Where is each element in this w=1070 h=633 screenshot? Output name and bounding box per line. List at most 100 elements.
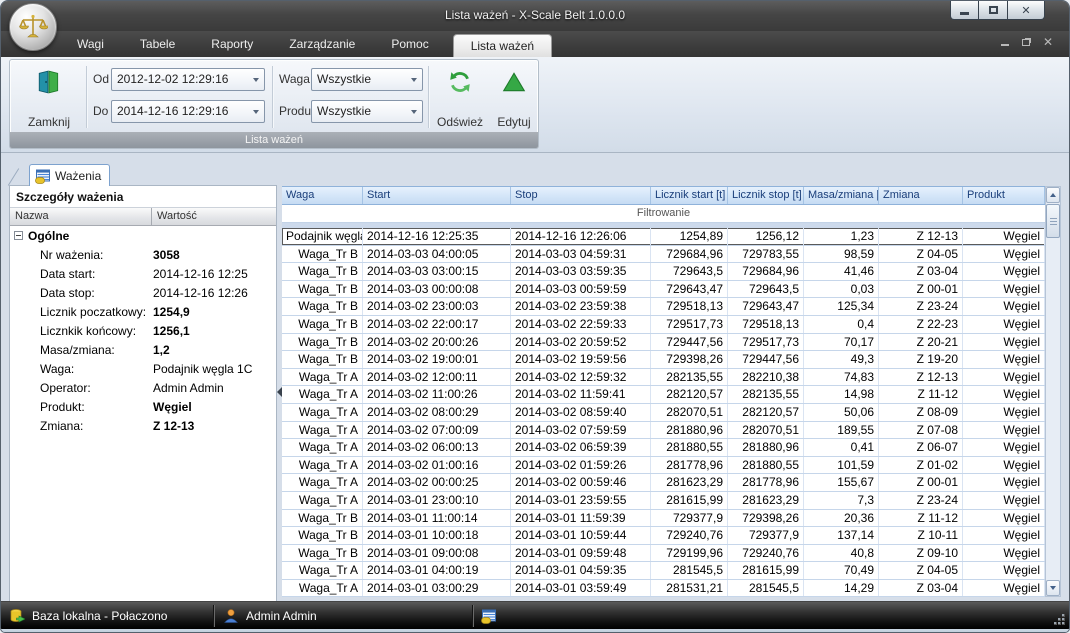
- table-row[interactable]: Waga_Tr B2014-03-03 04:00:052014-03-03 0…: [282, 246, 1045, 264]
- detail-row[interactable]: Licznkik końcowy:1256,1: [10, 321, 276, 340]
- table-cell: 2014-03-02 01:59:26: [511, 457, 651, 474]
- detail-name: Nr ważenia:: [10, 248, 152, 262]
- detail-value: 1256,1: [152, 324, 276, 338]
- table-column-header[interactable]: Zmiana: [879, 187, 963, 204]
- waga-combo[interactable]: Wszystkie: [311, 68, 423, 91]
- table-column-header[interactable]: Licznik start [t]: [651, 187, 728, 204]
- table-column-header[interactable]: Licznik stop [t]: [728, 187, 804, 204]
- table-cell: 729447,56: [651, 334, 728, 351]
- close-button[interactable]: ✕: [1008, 1, 1045, 20]
- menu-zarzadzanie[interactable]: Zarządzanie: [271, 31, 373, 57]
- scrollbar-thumb[interactable]: [1046, 204, 1060, 238]
- table-row[interactable]: Waga_Tr A2014-03-02 07:00:092014-03-02 0…: [282, 422, 1045, 440]
- detail-row[interactable]: Licznik poczatkowy:1254,9: [10, 302, 276, 321]
- table-cell: 281615,99: [728, 562, 804, 579]
- column-header-nazwa[interactable]: Nazwa: [10, 208, 152, 225]
- column-header-wartosc[interactable]: Wartość: [152, 208, 276, 225]
- detail-row[interactable]: Masa/zmiana:1,2: [10, 340, 276, 359]
- tab-lista-wazen[interactable]: Lista ważeń: [453, 34, 552, 57]
- table-cell: 729643,5: [728, 281, 804, 298]
- detail-name: Licznkik końcowy:: [10, 324, 152, 338]
- mdi-close-icon[interactable]: ✕: [1043, 37, 1053, 47]
- table-cell: Węgiel: [963, 334, 1045, 351]
- menu-pomoc[interactable]: Pomoc: [373, 31, 446, 57]
- status-separator: [473, 605, 474, 627]
- table-row[interactable]: Waga_Tr A2014-03-02 11:00:262014-03-02 1…: [282, 386, 1045, 404]
- table-row[interactable]: Waga_Tr B2014-03-02 22:00:172014-03-02 2…: [282, 316, 1045, 334]
- app-menu-button[interactable]: [9, 3, 57, 51]
- detail-row[interactable]: Waga:Podajnik węgla 1C: [10, 359, 276, 378]
- title-bar[interactable]: Lista ważeń - X-Scale Belt 1.0.0.0 ✕: [1, 1, 1069, 31]
- table-row[interactable]: Waga_Tr B2014-03-03 03:00:152014-03-03 0…: [282, 263, 1045, 281]
- table-cell: Węgiel: [963, 562, 1045, 579]
- table-cell: 281778,96: [651, 457, 728, 474]
- table-row[interactable]: Waga_Tr A2014-03-01 04:00:192014-03-01 0…: [282, 562, 1045, 580]
- table-row[interactable]: Waga_Tr A2014-03-02 00:00:252014-03-02 0…: [282, 474, 1045, 492]
- table-column-header[interactable]: Masa/zmiana [t]: [804, 187, 879, 204]
- menu-raporty[interactable]: Raporty: [193, 31, 271, 57]
- detail-row[interactable]: Nr ważenia:3058: [10, 245, 276, 264]
- mdi-minimize-icon[interactable]: [1001, 44, 1009, 46]
- detail-value: Węgiel: [152, 400, 276, 414]
- vertical-scrollbar[interactable]: [1045, 186, 1061, 597]
- filter-row[interactable]: Filtrowanie: [282, 205, 1045, 223]
- table-row[interactable]: Waga_Tr B2014-03-01 11:00:142014-03-01 1…: [282, 510, 1045, 528]
- zamknij-button[interactable]: Zamknij: [18, 63, 80, 133]
- menu-tabele[interactable]: Tabele: [122, 31, 193, 57]
- od-date-combo[interactable]: 2012-12-02 12:29:16: [111, 68, 265, 91]
- table-cell: 189,55: [804, 422, 879, 439]
- resize-grip[interactable]: [1053, 613, 1065, 625]
- tab-strip-decoration: [8, 168, 19, 185]
- do-date-combo[interactable]: 2014-12-16 12:29:16: [111, 100, 265, 123]
- odswiez-button[interactable]: Odśwież: [431, 63, 489, 133]
- details-group-row[interactable]: Ogólne: [10, 226, 276, 245]
- scroll-up-button[interactable]: [1046, 187, 1060, 203]
- table-cell: Waga_Tr A: [282, 386, 363, 403]
- table-column-header[interactable]: Start: [363, 187, 511, 204]
- table-cell: 729518,13: [728, 316, 804, 333]
- table-row[interactable]: Waga_Tr B2014-03-02 20:00:262014-03-02 2…: [282, 334, 1045, 352]
- minimize-button[interactable]: [950, 1, 979, 20]
- table-row[interactable]: Waga_Tr B2014-03-02 23:00:032014-03-02 2…: [282, 298, 1045, 316]
- scroll-down-button[interactable]: [1046, 580, 1060, 596]
- detail-row[interactable]: Produkt:Węgiel: [10, 397, 276, 416]
- table-row[interactable]: Waga_Tr A2014-03-02 08:00:292014-03-02 0…: [282, 404, 1045, 422]
- table-cell: Węgiel: [963, 492, 1045, 509]
- table-row[interactable]: Waga_Tr A2014-03-01 23:00:102014-03-01 2…: [282, 492, 1045, 510]
- table-row[interactable]: Waga_Tr A2014-03-02 12:00:112014-03-02 1…: [282, 369, 1045, 387]
- table-row[interactable]: Podajnik węgla 1C2014-12-16 12:25:352014…: [282, 228, 1045, 246]
- edytuj-button[interactable]: Edytuj: [491, 63, 537, 133]
- table-row[interactable]: Waga_Tr B2014-03-01 09:00:082014-03-01 0…: [282, 545, 1045, 563]
- detail-row[interactable]: Zmiana:Z 12-13: [10, 416, 276, 435]
- table-cell: 2014-03-01 03:59:49: [511, 580, 651, 597]
- chevron-down-icon: [411, 110, 417, 114]
- ribbon: Zamknij Od 2012-12-02 12:29:16 Do 2014-1…: [1, 57, 1069, 153]
- table-cell: 729643,5: [651, 263, 728, 280]
- table-row[interactable]: Waga_Tr B2014-03-03 00:00:082014-03-03 0…: [282, 281, 1045, 299]
- table-row[interactable]: Waga_Tr B2014-03-01 10:00:182014-03-01 1…: [282, 527, 1045, 545]
- table-cell: Waga_Tr A: [282, 404, 363, 421]
- detail-name: Licznik poczatkowy:: [10, 305, 152, 319]
- detail-row[interactable]: Data start:2014-12-16 12:25: [10, 264, 276, 283]
- table-cell: 2014-03-02 11:59:41: [511, 386, 651, 403]
- mdi-restore-icon[interactable]: [1022, 39, 1030, 46]
- table-cell: 74,83: [804, 369, 879, 386]
- edit-triangle-icon: [501, 69, 527, 95]
- table-column-header[interactable]: Waga: [282, 187, 363, 204]
- table-row[interactable]: Waga_Tr B2014-03-02 19:00:012014-03-02 1…: [282, 351, 1045, 369]
- table-column-header[interactable]: Stop: [511, 187, 651, 204]
- table-cell: Z 23-24: [879, 492, 963, 509]
- menu-wagi[interactable]: Wagi: [59, 31, 122, 57]
- table-row[interactable]: Waga_Tr A2014-03-01 03:00:292014-03-01 0…: [282, 580, 1045, 597]
- table-row[interactable]: Waga_Tr A2014-03-02 01:00:162014-03-02 0…: [282, 457, 1045, 475]
- table-column-header[interactable]: Produkt: [963, 187, 1045, 204]
- details-title: Szczegóły ważenia: [10, 186, 276, 208]
- detail-row[interactable]: Operator:Admin Admin: [10, 378, 276, 397]
- detail-name: Data start:: [10, 267, 152, 281]
- maximize-button[interactable]: [979, 1, 1008, 20]
- detail-row[interactable]: Data stop:2014-12-16 12:26: [10, 283, 276, 302]
- tab-wazenia[interactable]: Ważenia: [29, 164, 110, 186]
- collapse-icon[interactable]: [14, 231, 23, 240]
- produkt-combo[interactable]: Wszystkie: [311, 100, 423, 123]
- table-row[interactable]: Waga_Tr A2014-03-02 06:00:132014-03-02 0…: [282, 439, 1045, 457]
